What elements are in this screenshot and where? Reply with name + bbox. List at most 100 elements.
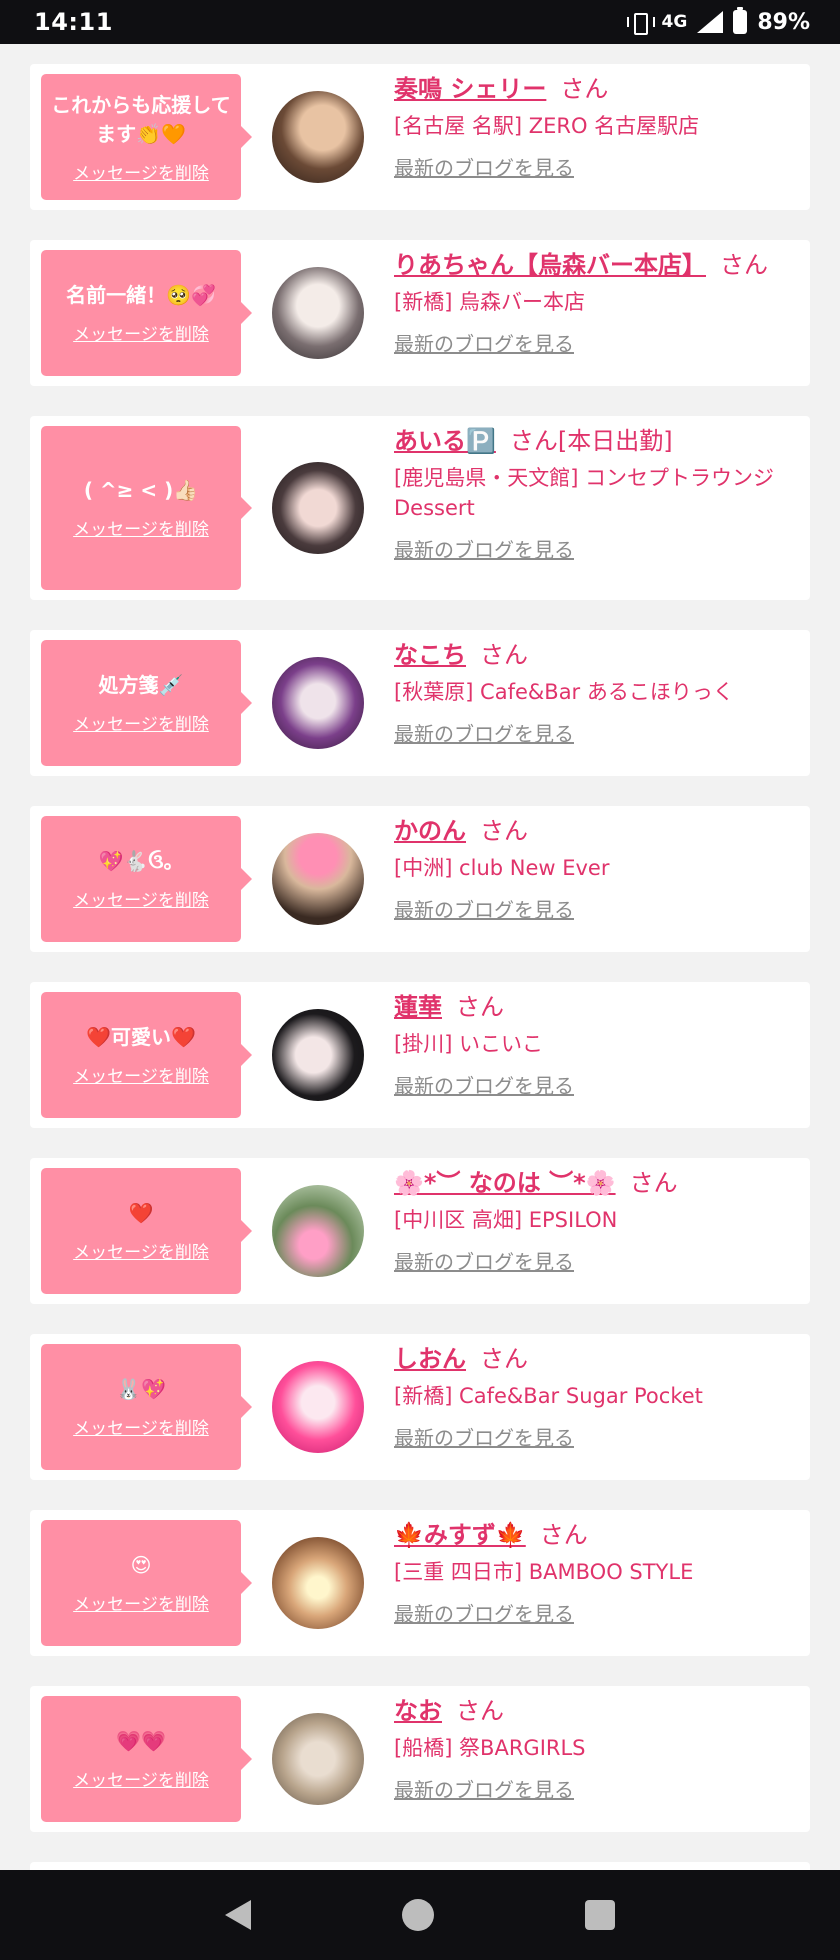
delete-message-link[interactable]: メッセージを削除 [73, 320, 209, 345]
message-card: 🐰💖 メッセージを削除 しおん さん [新橋] Cafe&Bar Sugar Po… [30, 1334, 810, 1480]
message-bubble: ❤️可愛い❤️ メッセージを削除 [41, 992, 252, 1118]
cast-name-link[interactable]: 🌸*︶ なのは ︶*🌸 [394, 1169, 616, 1197]
message-text: 🐰💖 [116, 1377, 166, 1401]
avatar[interactable] [272, 1361, 364, 1453]
message-text: これからも応援してます👏🧡 [51, 92, 231, 146]
shop-info: [三重 四日市] BAMBOO STYLE [394, 1560, 694, 1584]
message-bubble: 🐰💖 メッセージを削除 [41, 1344, 252, 1470]
latest-blog-link[interactable]: 最新のブログを見る [394, 894, 800, 923]
message-bubble: 😍 メッセージを削除 [41, 1520, 252, 1646]
shop-info: [掛川] いこいこ [394, 1032, 544, 1056]
shop-info: [鹿児島県・天文館] コンセプトラウンジ Dessert [394, 466, 775, 520]
back-icon[interactable] [225, 1900, 252, 1930]
name-suffix: さん [480, 817, 528, 845]
message-bubble: 名前一緒！🥺💞 メッセージを削除 [41, 250, 252, 376]
message-text: ( ^≥ < )👍🏻 [83, 478, 199, 502]
shop-info: [名古屋 名駅] ZERO 名古屋駅店 [394, 114, 700, 138]
status-bar: 14:11 4G 89% [0, 0, 840, 44]
cast-name-link[interactable]: りあちゃん【烏森バー本店】 [394, 251, 706, 279]
message-text: 💖🐇ઉ。 [98, 849, 184, 873]
shop-info: [秋葉原] Cafe&Bar あるこほりっく [394, 680, 734, 704]
battery-icon [733, 7, 748, 34]
avatar[interactable] [272, 1713, 364, 1805]
shop-info: [中洲] club New Ever [394, 856, 610, 880]
message-text: 処方箋💉 [98, 673, 184, 697]
avatar[interactable] [272, 1537, 364, 1629]
signal-icon [697, 11, 724, 33]
message-card: 名前一緒！🥺💞 メッセージを削除 りあちゃん【烏森バー本店】 さん [新橋] 烏森… [30, 240, 810, 386]
network-type: 4G [661, 12, 688, 32]
cast-name-link[interactable]: 🍁みすず🍁 [394, 1521, 526, 1549]
message-card: これからも応援してます👏🧡 メッセージを削除 奏鳴 シェリー さん [名古屋 名駅… [30, 64, 810, 210]
name-suffix: さん [456, 1697, 504, 1725]
latest-blog-link[interactable]: 最新のブログを見る [394, 534, 800, 563]
latest-blog-link[interactable]: 最新のブログを見る [394, 1422, 800, 1451]
avatar[interactable] [272, 1009, 364, 1101]
message-bubble: ( ^≥ < )👍🏻 メッセージを削除 [41, 426, 252, 590]
latest-blog-link[interactable]: 最新のブログを見る [394, 1598, 800, 1627]
shop-info: [新橋] Cafe&Bar Sugar Pocket [394, 1384, 703, 1408]
message-card: ❤️可愛い❤️ メッセージを削除 蓮華 さん [掛川] いこいこ 最新のブログを見… [30, 982, 810, 1128]
latest-blog-link[interactable]: 最新のブログを見る [394, 1774, 800, 1803]
name-suffix: さん [539, 1521, 588, 1549]
avatar[interactable] [272, 657, 364, 749]
name-suffix: さん[本日出勤] [509, 427, 673, 455]
message-text: 😍 [130, 1553, 152, 1577]
cast-name-link[interactable]: なこち [394, 641, 466, 669]
message-card: ( ^≥ < )👍🏻 メッセージを削除 あいる🅿️ さん[本日出勤] [鹿児島県・… [30, 416, 810, 600]
message-card: ❤️ メッセージを削除 🌸*︶ なのは ︶*🌸 さん [中川区 高畑] EPSIL… [30, 1158, 810, 1304]
avatar[interactable] [272, 91, 364, 183]
shop-info: [新橋] 烏森バー本店 [394, 290, 586, 314]
vibrate-icon [626, 11, 655, 35]
cast-name-link[interactable]: なお [394, 1697, 442, 1725]
latest-blog-link[interactable]: 最新のブログを見る [394, 1246, 800, 1275]
delete-message-link[interactable]: メッセージを削除 [73, 159, 209, 184]
message-bubble: 💗💗 メッセージを削除 [41, 1696, 252, 1822]
message-list[interactable]: これからも応援してます👏🧡 メッセージを削除 奏鳴 シェリー さん [名古屋 名駅… [0, 44, 840, 1870]
delete-message-link[interactable]: メッセージを削除 [73, 515, 209, 540]
delete-message-link[interactable]: メッセージを削除 [73, 1766, 209, 1791]
delete-message-link[interactable]: メッセージを削除 [73, 1590, 209, 1615]
delete-message-link[interactable]: メッセージを削除 [73, 710, 209, 735]
message-bubble: これからも応援してます👏🧡 メッセージを削除 [41, 74, 252, 200]
battery-percent: 89% [757, 9, 810, 35]
name-suffix: さん [560, 75, 609, 103]
home-icon[interactable] [401, 1899, 434, 1931]
shop-info: [船橋] 祭BARGIRLS [394, 1736, 586, 1760]
latest-blog-link[interactable]: 最新のブログを見る [394, 718, 800, 747]
message-bubble: 💖🐇ઉ。 メッセージを削除 [41, 816, 252, 942]
status-time: 14:11 [34, 8, 113, 36]
delete-message-link[interactable]: メッセージを削除 [73, 1238, 209, 1263]
latest-blog-link[interactable]: 最新のブログを見る [394, 328, 800, 357]
message-text: 名前一緒！🥺💞 [66, 283, 216, 307]
message-card: 処方箋💉 メッセージを削除 なこち さん [秋葉原] Cafe&Bar あるこほり… [30, 630, 810, 776]
message-text: ❤️ [128, 1201, 154, 1225]
avatar[interactable] [272, 1185, 364, 1277]
latest-blog-link[interactable]: 最新のブログを見る [394, 152, 800, 181]
delete-message-link[interactable]: メッセージを削除 [73, 886, 209, 911]
name-suffix: さん [480, 641, 528, 669]
cast-name-link[interactable]: かのん [394, 817, 466, 845]
avatar[interactable] [272, 833, 364, 925]
delete-message-link[interactable]: メッセージを削除 [73, 1062, 209, 1087]
message-card: 💖🐇ઉ。 メッセージを削除 かのん さん [中洲] club New Ever 最… [30, 806, 810, 952]
name-suffix: さん [629, 1169, 678, 1197]
name-suffix: さん [480, 1345, 528, 1373]
cast-name-link[interactable]: 蓮華 [394, 993, 442, 1021]
avatar[interactable] [272, 267, 364, 359]
message-card: 💗💗 メッセージを削除 なお さん [船橋] 祭BARGIRLS 最新のブログを見… [30, 1686, 810, 1832]
message-text: ❤️可愛い❤️ [86, 1025, 196, 1049]
name-suffix: さん [720, 251, 768, 279]
cast-name-link[interactable]: あいる🅿️ [394, 427, 496, 455]
cast-name-link[interactable]: 奏鳴 シェリー [394, 75, 546, 103]
shop-info: [中川区 高畑] EPSILON [394, 1208, 618, 1232]
message-text: 💗💗 [116, 1729, 166, 1753]
delete-message-link[interactable]: メッセージを削除 [73, 1414, 209, 1439]
avatar[interactable] [272, 462, 364, 554]
latest-blog-link[interactable]: 最新のブログを見る [394, 1070, 800, 1099]
status-icons: 4G 89% [626, 7, 810, 35]
cast-name-link[interactable]: しおん [394, 1345, 466, 1373]
recents-icon[interactable] [584, 1900, 615, 1930]
name-suffix: さん [456, 993, 504, 1021]
message-card-partial [30, 1862, 810, 1870]
